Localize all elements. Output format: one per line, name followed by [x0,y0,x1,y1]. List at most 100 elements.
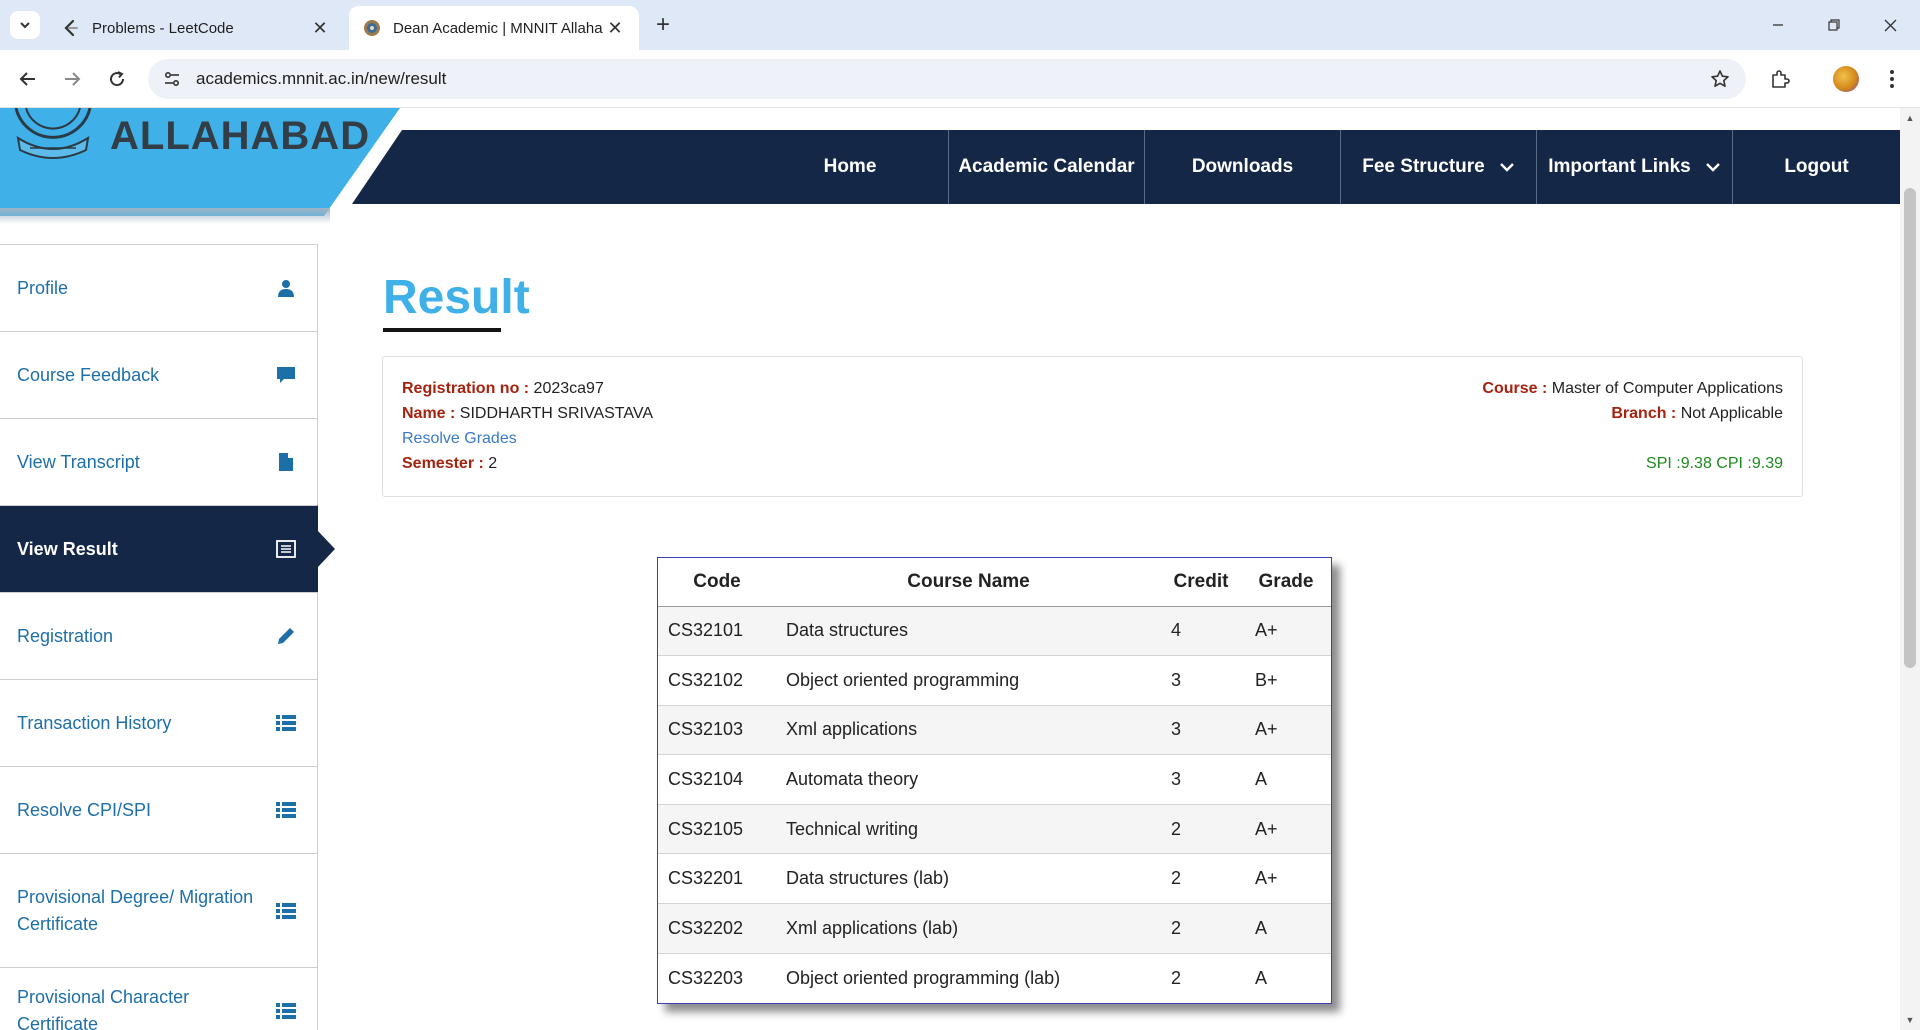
restore-icon [1828,19,1840,31]
nav-home[interactable]: Home [752,130,948,204]
logo-text: ALLAHABAD [110,114,371,158]
nav-academic-calendar[interactable]: Academic Calendar [948,130,1144,204]
list-icon [275,900,297,922]
mnnit-emblem-logo[interactable] [12,108,94,160]
nav-label: Academic Calendar [958,156,1135,177]
table-row: CS32203 Object oriented programming (lab… [658,952,1331,1003]
sidebar-item-resolve-cpi-spi[interactable]: Resolve CPI/SPI [0,766,318,853]
chevron-down-icon [1499,162,1515,172]
restore-button[interactable] [1806,0,1862,50]
course-line: Course : Master of Computer Applications [1482,380,1783,398]
avatar [1833,66,1859,92]
grade-cell: A [1241,952,1331,1003]
url-text: academics.mnnit.ac.in/new/result [196,69,447,88]
column-header-code: Code [658,558,776,607]
nav-label: Home [823,156,877,177]
leetcode-icon [62,19,80,37]
browser-menu-button[interactable] [1876,63,1908,95]
list-icon [275,1000,297,1022]
grade-cell: B+ [1241,655,1331,706]
sidebar-item-label: View Transcript [17,451,140,472]
registration-value: 2023ca97 [529,380,604,397]
close-window-button[interactable] [1862,0,1918,50]
credit-cell: 2 [1161,952,1241,1003]
table-row: CS32201 Data structures (lab) 2 A+ [658,853,1331,904]
nav-downloads[interactable]: Downloads [1144,130,1340,204]
sidebar-item-label: Provisional Character Certificate [17,987,190,1030]
scroll-down-icon[interactable]: ▼ [1904,1014,1916,1026]
nav-label: Fee Structure [1362,156,1485,177]
credit-cell: 2 [1161,853,1241,904]
credit-cell: 4 [1161,605,1241,656]
column-header-grade: Grade [1241,558,1331,607]
sidebar-item-registration[interactable]: Registration [0,592,318,679]
table-row: CS32101 Data structures 4 A+ [658,605,1331,656]
close-icon[interactable]: ✕ [605,18,625,38]
scroll-up-icon[interactable]: ▲ [1904,112,1916,124]
sidebar-item-label: Course Feedback [17,364,160,385]
close-icon[interactable]: ✕ [310,18,330,38]
forward-button[interactable] [56,63,88,95]
sidebar-item-label: Registration [17,625,114,646]
table-row: CS32202 Xml applications (lab) 2 A [658,903,1331,954]
arrow-right-icon [65,72,81,86]
tab-dean-academic[interactable]: Dean Academic | MNNIT Allaha ✕ [349,6,639,50]
browser-toolbar: academics.mnnit.ac.in/new/result [0,50,1920,108]
address-bar[interactable]: academics.mnnit.ac.in/new/result [148,59,1746,99]
new-tab-button[interactable]: + [648,10,678,40]
sidebar-item-provisional-character[interactable]: Provisional Character Certificate [0,967,318,1030]
course-name-cell: Data structures [776,605,1161,656]
resolve-grades-link[interactable]: Resolve Grades [402,430,517,448]
semester-line: Semester : 2 [402,455,497,473]
chevron-down-icon [20,22,30,29]
sidebar-item-provisional-degree[interactable]: Provisional Degree/ Migration Certificat… [0,853,318,967]
sidebar-item-label: Transaction History [17,712,172,733]
page-scrollbar[interactable]: ▲ ▼ [1900,108,1920,1030]
nav-important-links[interactable]: Important Links [1536,130,1732,204]
reload-button[interactable] [101,63,133,95]
tab-search-button[interactable] [10,11,40,39]
file-icon [275,451,297,473]
registration-label: Registration no : [402,380,530,397]
sidebar-item-course-feedback[interactable]: Course Feedback [0,331,318,418]
table-header-row: Code Course Name Credit Grade [658,558,1331,607]
course-code-cell: CS32105 [658,803,776,854]
student-info-panel: Registration no : 2023ca97 Name : SIDDHA… [382,356,1803,497]
scrollbar-thumb[interactable] [1904,188,1916,668]
course-code-cell: CS32202 [658,903,776,954]
list-icon [275,799,297,821]
credit-cell: 3 [1161,704,1241,755]
back-button[interactable] [12,63,44,95]
list-alt-icon [275,538,297,560]
arrow-left-icon [19,72,35,86]
table-row: CS32105 Technical writing 2 A+ [658,803,1331,854]
close-icon [1884,19,1896,31]
reload-icon [110,71,125,87]
sidebar-item-transaction-history[interactable]: Transaction History [0,679,318,766]
user-icon [275,277,297,299]
course-code-cell: CS32101 [658,605,776,656]
profile-avatar-button[interactable] [1830,63,1862,95]
sidebar: Profile Course Feedback View Transcript … [0,244,335,1030]
pencil-icon [275,625,297,647]
credit-cell: 2 [1161,803,1241,854]
sidebar-item-view-transcript[interactable]: View Transcript [0,418,318,505]
tab-leetcode[interactable]: Problems - LeetCode ✕ [48,6,344,50]
bookmark-star-icon[interactable] [1700,59,1740,99]
browser-tab-bar: Problems - LeetCode ✕ Dean Academic | MN… [0,0,1920,50]
nav-fee-structure[interactable]: Fee Structure [1340,130,1536,204]
course-name-cell: Xml applications [776,704,1161,755]
site-info-icon[interactable] [152,59,192,99]
sidebar-item-label: Profile [17,277,69,298]
sidebar-item-view-result[interactable]: View Result [0,505,335,592]
nav-label: Logout [1784,156,1849,177]
extensions-button[interactable] [1764,63,1796,95]
credit-cell: 3 [1161,655,1241,706]
minimize-button[interactable] [1750,0,1806,50]
logo-banner-shadow [0,208,330,224]
course-name-cell: Object oriented programming (lab) [776,952,1161,1003]
minimize-icon [1773,24,1783,26]
nav-logout[interactable]: Logout [1732,130,1900,204]
sidebar-item-profile[interactable]: Profile [0,244,318,331]
semester-label: Semester : [402,455,484,472]
